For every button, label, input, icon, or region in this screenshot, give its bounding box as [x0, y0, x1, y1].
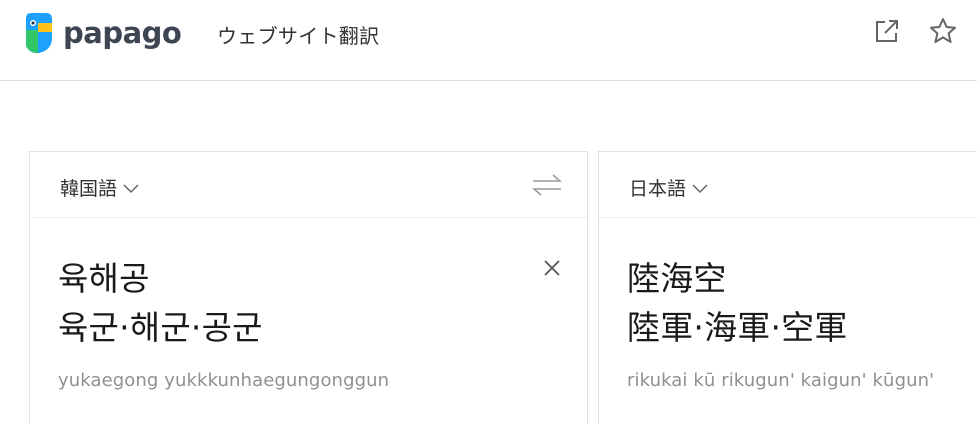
- target-panel-header: 日本語: [599, 152, 977, 218]
- favorite-button[interactable]: [926, 14, 960, 48]
- chevron-down-icon: [692, 183, 708, 193]
- source-language-select[interactable]: 韓国語: [60, 174, 139, 201]
- open-external-icon: [876, 20, 898, 42]
- logo-text: papago: [63, 15, 182, 50]
- chevron-down-icon: [123, 183, 139, 193]
- target-language-select[interactable]: 日本語: [629, 174, 708, 201]
- source-pronunciation: yukaegong yukkkunhaegungonggun: [58, 370, 390, 391]
- target-panel: 日本語 陸海空 陸軍·海軍·空軍 rikukai kū rikugun' kai…: [598, 151, 977, 424]
- source-panel: 韓国語 육해공 육군·해군·공군 yukaegong yukkkunhaegun…: [29, 151, 588, 424]
- source-language-label: 韓国語: [60, 178, 118, 200]
- target-pronunciation: rikukai kū rikugun' kaigun' kūgun': [627, 370, 935, 391]
- close-icon: [544, 260, 560, 276]
- papago-parrot-icon: [26, 13, 52, 54]
- source-panel-header: 韓国語: [30, 152, 587, 218]
- swap-icon: [532, 174, 562, 196]
- translated-text-line: 陸海空: [627, 259, 727, 298]
- clear-text-button[interactable]: [540, 256, 564, 280]
- target-language-label: 日本語: [629, 178, 687, 200]
- translated-text-line: 陸軍·海軍·空軍: [627, 308, 848, 347]
- swap-languages-button[interactable]: [530, 170, 564, 200]
- source-text[interactable]: 육해공 육군·해군·공군: [58, 254, 263, 352]
- header: papago ウェブサイト翻訳: [0, 0, 977, 81]
- open-external-button[interactable]: [870, 14, 904, 48]
- star-icon: [930, 18, 956, 43]
- source-text-line: 육해공: [58, 259, 150, 298]
- service-title: ウェブサイト翻訳: [217, 24, 380, 48]
- source-text-line: 육군·해군·공군: [58, 308, 263, 347]
- papago-logo[interactable]: papago: [22, 12, 182, 54]
- translated-text: 陸海空 陸軍·海軍·空軍: [627, 254, 848, 352]
